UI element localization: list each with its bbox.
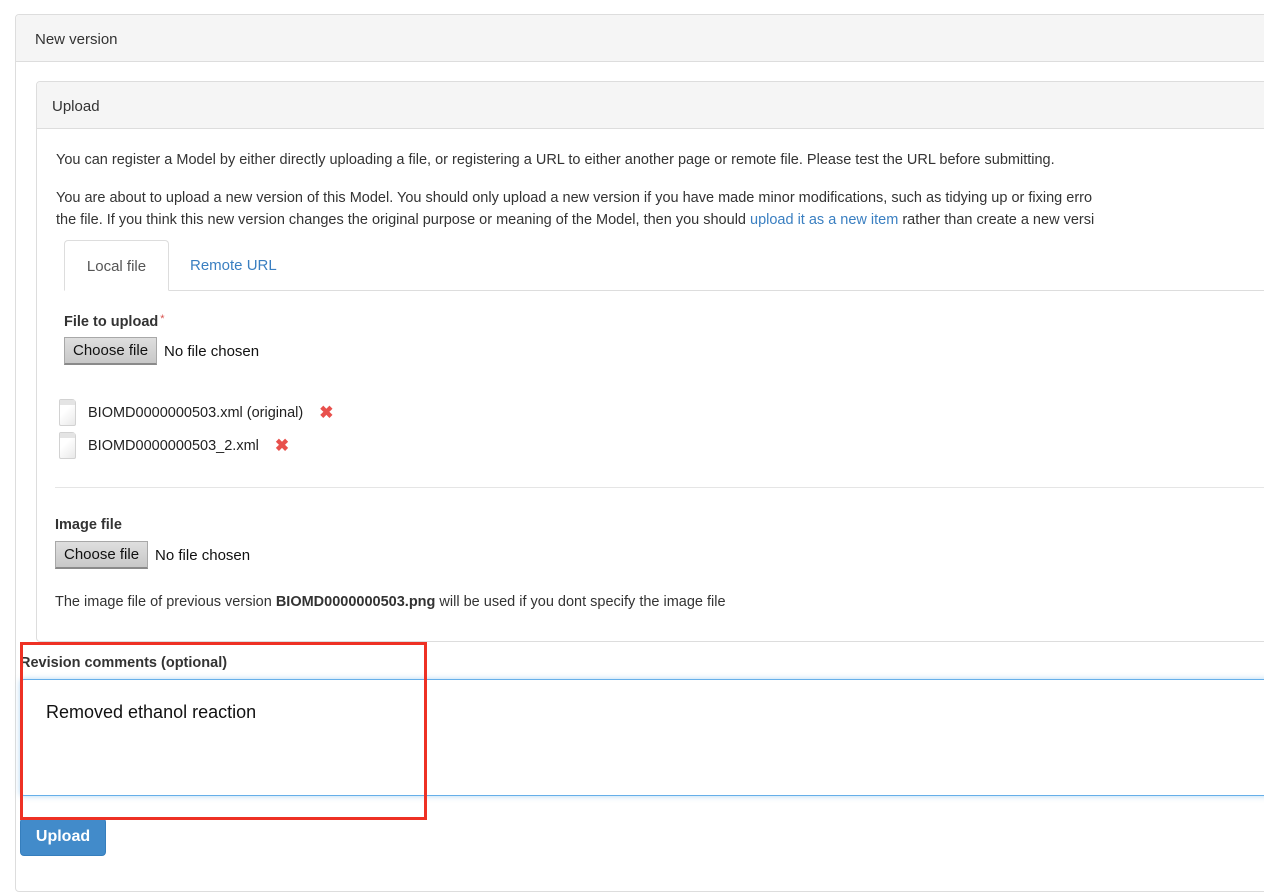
warning-text: You are about to upload a new version of…: [56, 187, 1094, 231]
file-item: BIOMD0000000503.xml (original) ✖: [59, 396, 333, 429]
file-to-upload-input[interactable]: Choose file No file chosen: [64, 337, 259, 365]
image-file-input[interactable]: Choose file No file chosen: [55, 541, 250, 569]
revision-comments-textarea[interactable]: Removed ethanol reaction: [20, 679, 1264, 796]
warning-line2-pre: the file. If you think this new version …: [56, 212, 751, 228]
file-to-upload-label: File to upload *: [64, 313, 165, 330]
required-marker: *: [160, 313, 165, 325]
file-status: No file chosen: [164, 342, 260, 360]
upload-source-tabs: Local file Remote URL: [64, 240, 1264, 291]
choose-image-file-button[interactable]: Choose file: [55, 541, 149, 569]
revision-comments-label: Revision comments (optional): [20, 655, 228, 671]
tab-local-file[interactable]: Local file: [64, 240, 169, 291]
image-file-label: Image file: [55, 517, 122, 533]
intro-text: You can register a Model by either direc…: [56, 152, 1055, 168]
warning-line2-post: rather than create a new versi: [898, 212, 1095, 228]
warning-line1: You are about to upload a new version of…: [56, 190, 1093, 206]
image-file-status: No file chosen: [155, 546, 251, 564]
delete-x-icon[interactable]: ✖: [275, 437, 289, 454]
choose-file-button[interactable]: Choose file: [64, 337, 158, 365]
image-note-post: will be used if you dont specify the ima…: [435, 594, 726, 610]
existing-files-list: BIOMD0000000503.xml (original) ✖ BIOMD00…: [59, 396, 333, 462]
tab-remote-url[interactable]: Remote URL: [190, 240, 277, 291]
image-file-note: The image file of previous version BIOMD…: [55, 594, 726, 610]
file-to-upload-label-text: File to upload: [64, 314, 159, 330]
image-note-pre: The image file of previous version: [55, 594, 276, 610]
delete-x-icon[interactable]: ✖: [319, 404, 333, 421]
upload-panel-heading: Upload: [37, 82, 1264, 129]
previous-image-filename: BIOMD0000000503.png: [275, 594, 436, 610]
document-icon: [59, 399, 76, 426]
panel-heading: New version: [16, 15, 1264, 62]
upload-panel: Upload You can register a Model by eithe…: [36, 81, 1264, 642]
upload-as-new-item-link[interactable]: upload it as a new item: [750, 212, 898, 228]
file-item: BIOMD0000000503_2.xml ✖: [59, 429, 333, 462]
file-name: BIOMD0000000503.xml (original): [88, 404, 304, 421]
upload-submit-button[interactable]: Upload: [20, 818, 106, 856]
document-icon: [59, 432, 76, 459]
section-divider: [55, 487, 1264, 488]
file-name: BIOMD0000000503_2.xml: [88, 437, 259, 454]
